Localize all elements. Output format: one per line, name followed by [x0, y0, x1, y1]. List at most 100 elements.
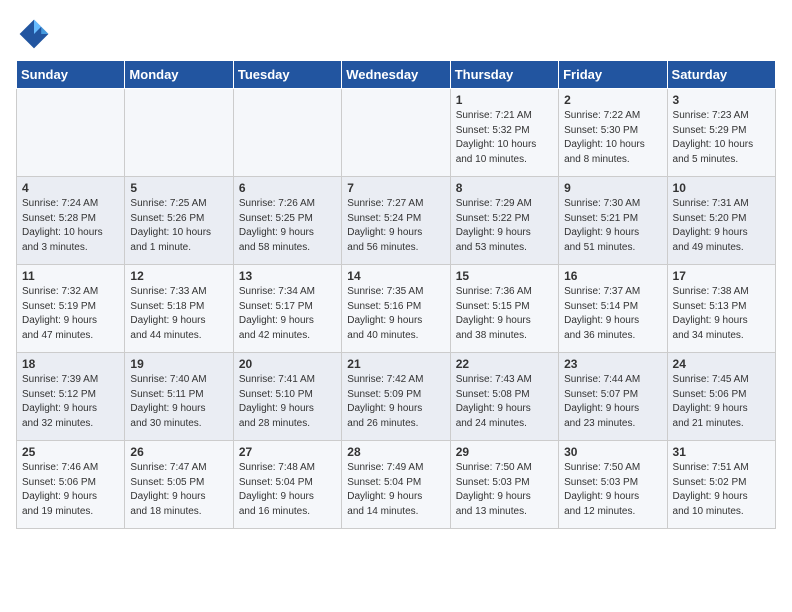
calendar-cell: 20 Sunrise: 7:41 AM Sunset: 5:10 PM Dayli…: [233, 353, 341, 441]
calendar-cell: 25Sunrise: 7:46 AM Sunset: 5:06 PM Dayli…: [17, 441, 125, 529]
calendar-cell: 1 Sunrise: 7:21 AM Sunset: 5:32 PM Daylig…: [450, 89, 558, 177]
day-info: Sunrise: 7:44 AM Sunset: 5:07 PM Dayligh…: [564, 373, 661, 431]
calendar-week-5: 25Sunrise: 7:46 AM Sunset: 5:06 PM Dayli…: [17, 441, 776, 529]
day-info: Sunrise: 7:43 AM Sunset: 5:08 PM Dayligh…: [456, 373, 553, 431]
day-number: 11: [22, 269, 119, 283]
day-number: 26: [130, 445, 227, 459]
day-info: Sunrise: 7:41 AM Sunset: 5:10 PM Dayligh…: [239, 373, 336, 431]
day-number: 21: [347, 357, 444, 371]
day-number: 14: [347, 269, 444, 283]
day-number: 24: [673, 357, 770, 371]
calendar-cell: 16 Sunrise: 7:37 AM Sunset: 5:14 PM Dayli…: [559, 265, 667, 353]
calendar-cell: 10 Sunrise: 7:31 AM Sunset: 5:20 PM Dayli…: [667, 177, 775, 265]
day-info: Sunrise: 7:27 AM Sunset: 5:24 PM Dayligh…: [347, 197, 444, 255]
calendar-header: SundayMondayTuesdayWednesdayThursdayFrid…: [17, 61, 776, 89]
calendar-cell: 8 Sunrise: 7:29 AM Sunset: 5:22 PM Daylig…: [450, 177, 558, 265]
day-info: Sunrise: 7:45 AM Sunset: 5:06 PM Dayligh…: [673, 373, 770, 431]
calendar-week-4: 18 Sunrise: 7:39 AM Sunset: 5:12 PM Dayli…: [17, 353, 776, 441]
weekday-header-sunday: Sunday: [17, 61, 125, 89]
calendar-cell: 12 Sunrise: 7:33 AM Sunset: 5:18 PM Dayli…: [125, 265, 233, 353]
day-info: Sunrise: 7:50 AM Sunset: 5:03 PM Dayligh…: [564, 461, 661, 519]
calendar-cell: 23 Sunrise: 7:44 AM Sunset: 5:07 PM Dayli…: [559, 353, 667, 441]
calendar-cell: 14 Sunrise: 7:35 AM Sunset: 5:16 PM Dayli…: [342, 265, 450, 353]
calendar-cell: 2Sunrise: 7:22 AM Sunset: 5:30 PM Daylig…: [559, 89, 667, 177]
day-info: Sunrise: 7:35 AM Sunset: 5:16 PM Dayligh…: [347, 285, 444, 343]
calendar-cell: 4 Sunrise: 7:24 AM Sunset: 5:28 PM Daylig…: [17, 177, 125, 265]
day-number: 4: [22, 181, 119, 195]
day-number: 15: [456, 269, 553, 283]
calendar-cell: 31Sunrise: 7:51 AM Sunset: 5:02 PM Dayli…: [667, 441, 775, 529]
day-info: Sunrise: 7:26 AM Sunset: 5:25 PM Dayligh…: [239, 197, 336, 255]
day-number: 9: [564, 181, 661, 195]
calendar-cell: [125, 89, 233, 177]
day-number: 25: [22, 445, 119, 459]
day-number: 1: [456, 93, 553, 107]
calendar-cell: 22Sunrise: 7:43 AM Sunset: 5:08 PM Dayli…: [450, 353, 558, 441]
day-number: 17: [673, 269, 770, 283]
logo: [16, 16, 56, 52]
day-info: Sunrise: 7:39 AM Sunset: 5:12 PM Dayligh…: [22, 373, 119, 431]
calendar-cell: 18 Sunrise: 7:39 AM Sunset: 5:12 PM Dayli…: [17, 353, 125, 441]
calendar-cell: 28Sunrise: 7:49 AM Sunset: 5:04 PM Dayli…: [342, 441, 450, 529]
calendar-cell: 29Sunrise: 7:50 AM Sunset: 5:03 PM Dayli…: [450, 441, 558, 529]
day-number: 18: [22, 357, 119, 371]
day-info: Sunrise: 7:38 AM Sunset: 5:13 PM Dayligh…: [673, 285, 770, 343]
day-info: Sunrise: 7:34 AM Sunset: 5:17 PM Dayligh…: [239, 285, 336, 343]
calendar-week-3: 11 Sunrise: 7:32 AM Sunset: 5:19 PM Dayli…: [17, 265, 776, 353]
calendar-table: SundayMondayTuesdayWednesdayThursdayFrid…: [16, 60, 776, 529]
day-info: Sunrise: 7:47 AM Sunset: 5:05 PM Dayligh…: [130, 461, 227, 519]
calendar-cell: [17, 89, 125, 177]
weekday-header-wednesday: Wednesday: [342, 61, 450, 89]
calendar-cell: 26 Sunrise: 7:47 AM Sunset: 5:05 PM Dayli…: [125, 441, 233, 529]
day-info: Sunrise: 7:21 AM Sunset: 5:32 PM Dayligh…: [456, 109, 553, 167]
calendar-cell: 30 Sunrise: 7:50 AM Sunset: 5:03 PM Dayli…: [559, 441, 667, 529]
calendar-cell: 5 Sunrise: 7:25 AM Sunset: 5:26 PM Daylig…: [125, 177, 233, 265]
day-number: 23: [564, 357, 661, 371]
day-info: Sunrise: 7:48 AM Sunset: 5:04 PM Dayligh…: [239, 461, 336, 519]
day-number: 10: [673, 181, 770, 195]
calendar-cell: 15 Sunrise: 7:36 AM Sunset: 5:15 PM Dayli…: [450, 265, 558, 353]
calendar-cell: 19 Sunrise: 7:40 AM Sunset: 5:11 PM Dayli…: [125, 353, 233, 441]
day-number: 8: [456, 181, 553, 195]
day-info: Sunrise: 7:32 AM Sunset: 5:19 PM Dayligh…: [22, 285, 119, 343]
day-info: Sunrise: 7:40 AM Sunset: 5:11 PM Dayligh…: [130, 373, 227, 431]
day-info: Sunrise: 7:29 AM Sunset: 5:22 PM Dayligh…: [456, 197, 553, 255]
day-number: 30: [564, 445, 661, 459]
calendar-cell: 17 Sunrise: 7:38 AM Sunset: 5:13 PM Dayli…: [667, 265, 775, 353]
calendar-cell: 9 Sunrise: 7:30 AM Sunset: 5:21 PM Daylig…: [559, 177, 667, 265]
day-number: 5: [130, 181, 227, 195]
calendar-cell: 27 Sunrise: 7:48 AM Sunset: 5:04 PM Dayli…: [233, 441, 341, 529]
logo-icon: [16, 16, 52, 52]
day-number: 12: [130, 269, 227, 283]
day-number: 19: [130, 357, 227, 371]
day-number: 16: [564, 269, 661, 283]
weekday-header-tuesday: Tuesday: [233, 61, 341, 89]
day-number: 7: [347, 181, 444, 195]
day-info: Sunrise: 7:25 AM Sunset: 5:26 PM Dayligh…: [130, 197, 227, 255]
calendar-cell: [233, 89, 341, 177]
day-number: 20: [239, 357, 336, 371]
day-info: Sunrise: 7:31 AM Sunset: 5:20 PM Dayligh…: [673, 197, 770, 255]
calendar-cell: 13 Sunrise: 7:34 AM Sunset: 5:17 PM Dayli…: [233, 265, 341, 353]
day-info: Sunrise: 7:36 AM Sunset: 5:15 PM Dayligh…: [456, 285, 553, 343]
day-info: Sunrise: 7:30 AM Sunset: 5:21 PM Dayligh…: [564, 197, 661, 255]
calendar-cell: 24 Sunrise: 7:45 AM Sunset: 5:06 PM Dayli…: [667, 353, 775, 441]
calendar-cell: 7 Sunrise: 7:27 AM Sunset: 5:24 PM Daylig…: [342, 177, 450, 265]
day-info: Sunrise: 7:23 AM Sunset: 5:29 PM Dayligh…: [673, 109, 770, 167]
weekday-header-saturday: Saturday: [667, 61, 775, 89]
calendar-cell: 6Sunrise: 7:26 AM Sunset: 5:25 PM Daylig…: [233, 177, 341, 265]
calendar-cell: 11 Sunrise: 7:32 AM Sunset: 5:19 PM Dayli…: [17, 265, 125, 353]
day-number: 13: [239, 269, 336, 283]
day-number: 3: [673, 93, 770, 107]
calendar-cell: 3 Sunrise: 7:23 AM Sunset: 5:29 PM Daylig…: [667, 89, 775, 177]
calendar-cell: 21Sunrise: 7:42 AM Sunset: 5:09 PM Dayli…: [342, 353, 450, 441]
weekday-header-monday: Monday: [125, 61, 233, 89]
day-number: 2: [564, 93, 661, 107]
day-info: Sunrise: 7:33 AM Sunset: 5:18 PM Dayligh…: [130, 285, 227, 343]
day-number: 28: [347, 445, 444, 459]
day-info: Sunrise: 7:24 AM Sunset: 5:28 PM Dayligh…: [22, 197, 119, 255]
weekday-header-thursday: Thursday: [450, 61, 558, 89]
page-header: [16, 16, 776, 52]
day-info: Sunrise: 7:37 AM Sunset: 5:14 PM Dayligh…: [564, 285, 661, 343]
day-number: 27: [239, 445, 336, 459]
